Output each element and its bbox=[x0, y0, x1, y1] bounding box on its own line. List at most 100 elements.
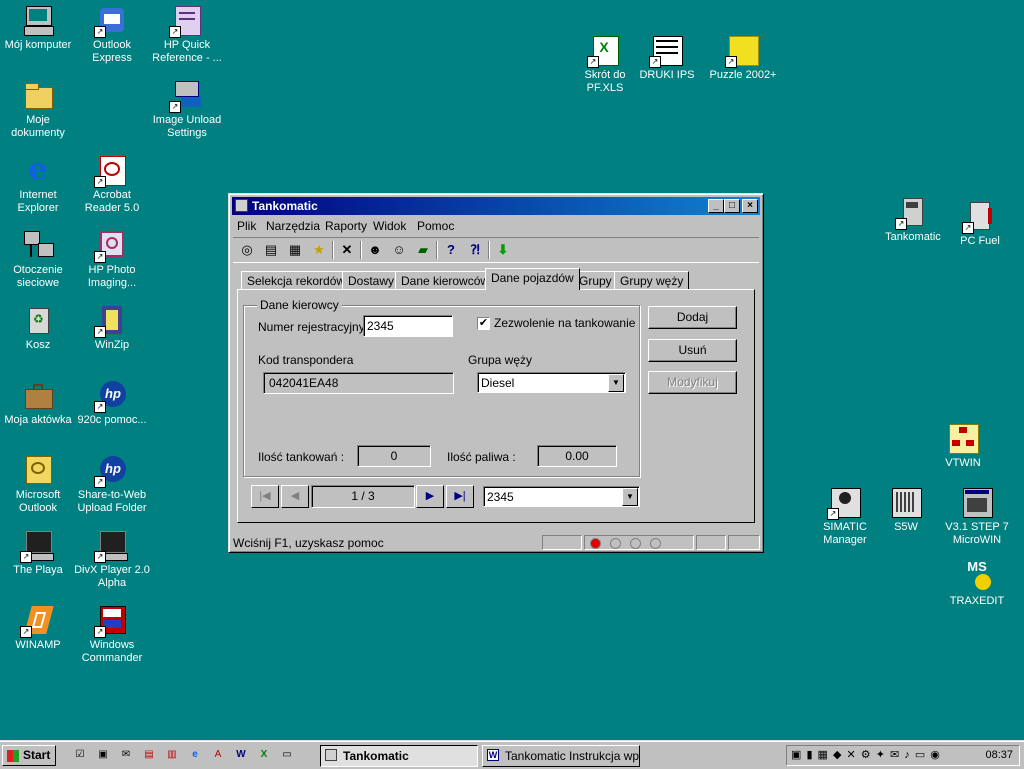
minimize-button[interactable]: _ bbox=[708, 199, 724, 213]
quicklaunch-desktop-icon[interactable]: ▭ bbox=[279, 747, 295, 763]
quicklaunch-checklist-icon[interactable]: ☑ bbox=[72, 747, 88, 763]
toolbar-separator bbox=[436, 241, 438, 259]
quicklaunch-acrobat-icon[interactable]: A bbox=[210, 747, 226, 763]
app-icon[interactable] bbox=[235, 199, 248, 212]
record-select[interactable]: 2345 ▼ bbox=[483, 486, 640, 507]
task-tankomatic[interactable]: Tankomatic bbox=[320, 745, 478, 767]
desktop-icon-moj-komputer[interactable]: Mój komputer bbox=[0, 4, 76, 52]
delete-icon[interactable]: ✕ bbox=[337, 240, 357, 260]
tankomatic-window: Tankomatic _ □ × Plik Narzędzia Raporty … bbox=[228, 193, 764, 553]
indicator-icon bbox=[610, 538, 621, 549]
grupa-wezy-label: Grupa węży bbox=[468, 353, 533, 367]
tab-dostawy[interactable]: Dostawy bbox=[342, 271, 401, 289]
desktop-icon-920c[interactable]: hp ↗ 920c pomoc... bbox=[74, 379, 150, 427]
context-help-icon[interactable]: ⁈ bbox=[465, 240, 485, 260]
desktop-icon-otoczenie-sieciowe[interactable]: Otoczenie sieciowe bbox=[0, 229, 76, 290]
clock[interactable]: 08:37 bbox=[985, 749, 1013, 761]
printer-icon[interactable]: ▤ bbox=[261, 240, 281, 260]
desktop-icon-s5w[interactable]: S5W bbox=[868, 486, 944, 534]
usun-button[interactable]: Usuń bbox=[648, 339, 737, 362]
desktop-icon-label: Kosz bbox=[25, 339, 51, 351]
desktop-icon-moje-dokumenty[interactable]: Moje dokumenty bbox=[0, 79, 76, 140]
tab-dane-kierowcow[interactable]: Dane kierowców bbox=[395, 271, 496, 289]
desktop-icon-druki-ips[interactable]: ↗ DRUKI IPS bbox=[629, 34, 705, 82]
s5w-icon bbox=[890, 486, 922, 518]
drivers-icon[interactable]: ☺ bbox=[389, 240, 409, 260]
truck-icon[interactable]: ▰ bbox=[413, 240, 433, 260]
desktop-icon-share-to-web[interactable]: hp ↗ Share-to-Web Upload Folder bbox=[74, 454, 150, 515]
desktop-icon-acrobat[interactable]: ↗ Acrobat Reader 5.0 bbox=[74, 154, 150, 215]
prev-record-button[interactable]: ◀ bbox=[281, 485, 309, 508]
desktop-icon-pc-fuel[interactable]: ↗ PC Fuel bbox=[942, 200, 1018, 248]
desktop-icon-label: HP Photo Imaging... bbox=[87, 264, 137, 289]
task-label: Tankomatic Instrukcja wpr... bbox=[505, 749, 640, 763]
tray-icons[interactable]: ▣ ▮ ▦ ◆ ✕ ⚙ ✦ ✉ ♪ ▭ ◉ bbox=[791, 748, 941, 761]
close-button[interactable]: × bbox=[742, 199, 758, 213]
desktop-icon-microwin[interactable]: V3.1 STEP 7 MicroWIN bbox=[939, 486, 1015, 547]
on-icon[interactable]: ◎ bbox=[237, 240, 257, 260]
desktop-icon-divx[interactable]: ↗ DivX Player 2.0 Alpha bbox=[74, 529, 150, 590]
status-bar: Wciśnij F1, uzyskasz pomoc bbox=[232, 533, 760, 551]
exit-arrow-icon[interactable]: ⬇ bbox=[493, 240, 513, 260]
status-indicators bbox=[584, 535, 694, 550]
system-tray: ▣ ▮ ▦ ◆ ✕ ⚙ ✦ ✉ ♪ ▭ ◉ 08:37 bbox=[786, 745, 1020, 766]
desktop-icon-outlook-express[interactable]: ↗ Outlook Express bbox=[74, 4, 150, 65]
menu-raporty[interactable]: Raporty bbox=[325, 219, 367, 233]
driver-icon[interactable]: ☻ bbox=[365, 240, 385, 260]
menu-pomoc[interactable]: Pomoc bbox=[417, 219, 454, 233]
quicklaunch-app-icon[interactable]: ▥ bbox=[164, 747, 180, 763]
desktop-icon-label: S5W bbox=[894, 521, 918, 533]
folder-icon bbox=[22, 79, 54, 111]
quicklaunch-outlook-icon[interactable]: ✉ bbox=[118, 747, 134, 763]
desktop-icon-the-playa[interactable]: ↗ The Playa bbox=[0, 529, 76, 577]
grupa-wezy-select[interactable]: Diesel ▼ bbox=[477, 372, 626, 393]
quicklaunch-word-icon[interactable]: W bbox=[233, 747, 249, 763]
desktop-icon-label: Moja aktówka bbox=[4, 414, 72, 426]
maximize-button[interactable]: □ bbox=[724, 199, 740, 213]
desktop-icon-label: Otoczenie sieciowe bbox=[13, 264, 63, 289]
tab-dane-pojazdow[interactable]: Dane pojazdów bbox=[485, 268, 580, 290]
chevron-down-icon[interactable]: ▼ bbox=[622, 488, 638, 506]
desktop-icon-winamp[interactable]: ↗ WINAMP bbox=[0, 604, 76, 652]
desktop-icon-internet-explorer[interactable]: e Internet Explorer bbox=[0, 154, 76, 215]
tab-grupy-wezy[interactable]: Grupy węży bbox=[614, 271, 690, 289]
desktop-icon-puzzle[interactable]: ↗ Puzzle 2002+ bbox=[705, 34, 781, 82]
quicklaunch-save-icon[interactable]: ▣ bbox=[95, 747, 111, 763]
menu-widok[interactable]: Widok bbox=[373, 219, 406, 233]
help-icon[interactable]: ? bbox=[441, 240, 461, 260]
desktop-icon-tankomatic[interactable]: ↗ Tankomatic bbox=[875, 196, 951, 244]
desktop-icon-microsoft-outlook[interactable]: Microsoft Outlook bbox=[0, 454, 76, 515]
quicklaunch-commander-icon[interactable]: ▤ bbox=[141, 747, 157, 763]
quicklaunch-excel-icon[interactable]: X bbox=[256, 747, 272, 763]
desktop-icon-winzip[interactable]: ↗ WinZip bbox=[74, 304, 150, 352]
chart-icon[interactable]: ▦ bbox=[285, 240, 305, 260]
quicklaunch-ie-icon[interactable]: e bbox=[187, 747, 203, 763]
chevron-down-icon[interactable]: ▼ bbox=[608, 374, 624, 392]
desktop-icon-traxedit[interactable]: MS TRAXEDIT bbox=[939, 560, 1015, 608]
modyfikuj-button[interactable]: Modyfikuj bbox=[648, 371, 737, 394]
ilosc-tankowan-field: 0 bbox=[357, 445, 431, 467]
first-record-button[interactable]: |◀ bbox=[251, 485, 279, 508]
start-button[interactable]: Start bbox=[2, 745, 56, 766]
recycle-bin-icon: ♻ bbox=[22, 304, 54, 336]
tab-selekcja-rekordow[interactable]: Selekcja rekordów bbox=[241, 271, 352, 289]
menu-narzedzia[interactable]: Narzędzia bbox=[266, 219, 320, 233]
desktop-icon-hp-quick-reference[interactable]: ↗ HP Quick Reference - ... bbox=[149, 4, 225, 65]
desktop-icon-kosz[interactable]: ♻ Kosz bbox=[0, 304, 76, 352]
zezwolenie-checkbox[interactable]: ✔ bbox=[477, 317, 490, 330]
last-record-button[interactable]: ▶| bbox=[446, 485, 474, 508]
next-record-button[interactable]: ▶ bbox=[416, 485, 444, 508]
desktop-icon-hp-photo[interactable]: ↗ HP Photo Imaging... bbox=[74, 229, 150, 290]
task-tankomatic-instrukcja[interactable]: W Tankomatic Instrukcja wpr... bbox=[482, 745, 640, 767]
menu-plik[interactable]: Plik bbox=[237, 219, 256, 233]
numer-rejestracyjny-input[interactable]: 2345 bbox=[363, 315, 453, 337]
desktop-icon-label: PC Fuel bbox=[960, 235, 1000, 247]
desktop-icon-windows-commander[interactable]: ↗ Windows Commander bbox=[74, 604, 150, 665]
dodaj-button[interactable]: Dodaj bbox=[648, 306, 737, 329]
star-icon[interactable]: ★ bbox=[309, 240, 329, 260]
desktop-icon-vtwin[interactable]: VTWIN bbox=[925, 422, 1001, 470]
desktop-icon-moja-aktowka[interactable]: Moja aktówka bbox=[0, 379, 76, 427]
title-bar[interactable]: Tankomatic _ □ × bbox=[232, 197, 760, 215]
vtwin-icon bbox=[947, 422, 979, 454]
desktop-icon-image-unload[interactable]: ↗ Image Unload Settings bbox=[149, 79, 225, 140]
